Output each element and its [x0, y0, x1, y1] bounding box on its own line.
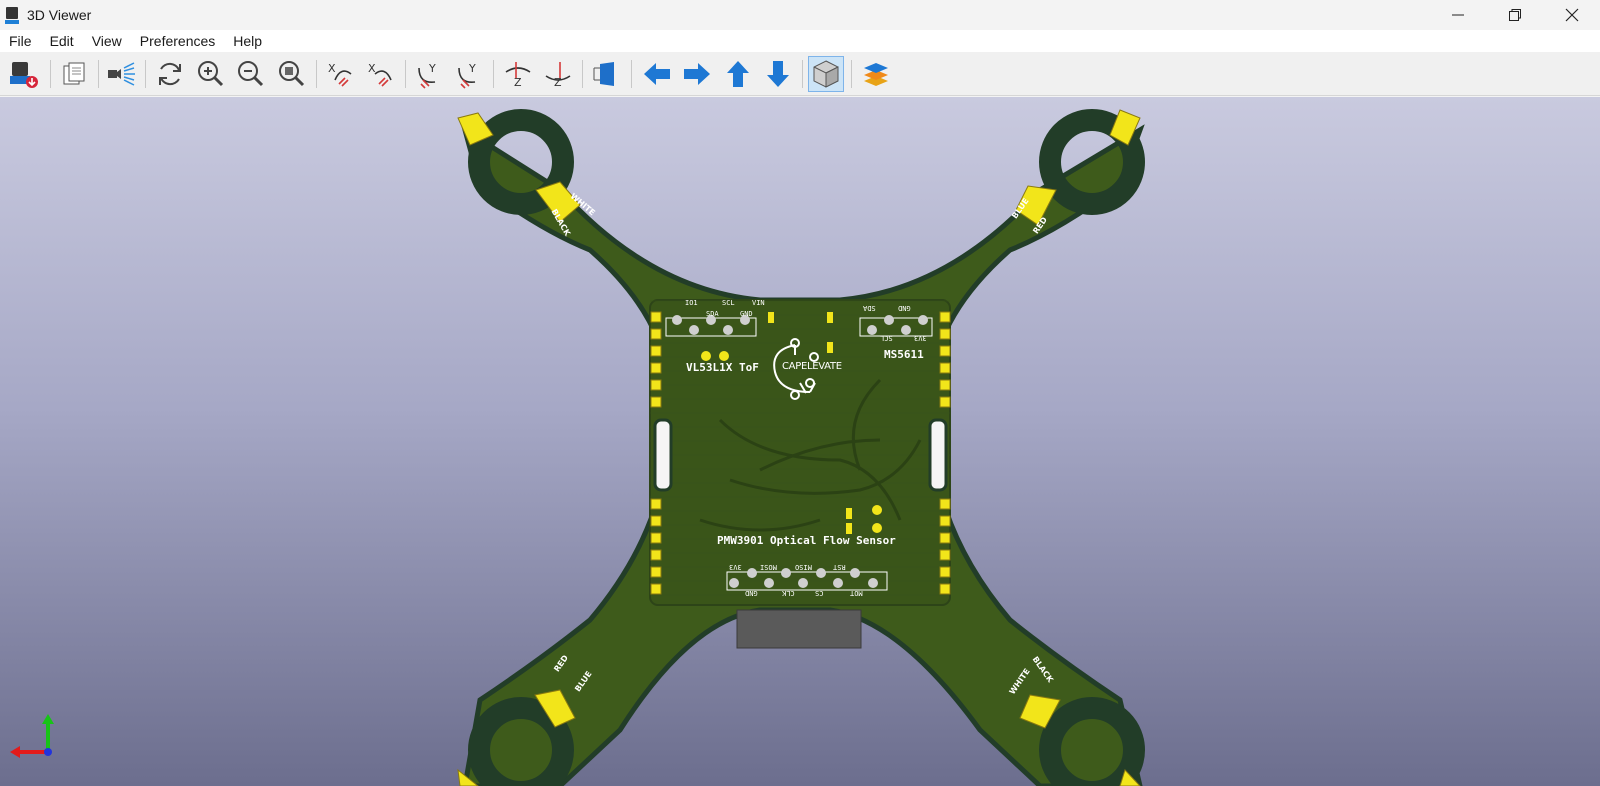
toolbar-separator	[582, 60, 583, 88]
window-title: 3D Viewer	[27, 7, 92, 23]
zoom-fit-icon	[279, 61, 305, 87]
menu-preferences[interactable]: Preferences	[131, 30, 224, 52]
pan-right-button[interactable]	[679, 56, 715, 92]
copy-button[interactable]	[56, 56, 92, 92]
zoom-out-button[interactable]	[233, 56, 269, 92]
rotate-z-icon: Z	[505, 62, 531, 89]
tof-pin-gnd: GND	[740, 310, 753, 318]
flow-pin-3v3: 3V3	[729, 563, 742, 571]
toolbar-separator	[631, 60, 632, 88]
tof-pin-sda: SDA	[706, 310, 719, 318]
flow-pin-cs: CS	[815, 589, 824, 597]
zoom-in-icon	[198, 61, 224, 87]
copy-icon	[63, 62, 85, 85]
toolbar-separator	[98, 60, 99, 88]
arrow-right-icon	[684, 63, 710, 85]
baro-pin-scl: SCL	[880, 334, 893, 342]
arrow-left-icon	[644, 63, 670, 85]
restore-icon	[1508, 9, 1521, 21]
rotate-y-icon: Y	[458, 62, 476, 89]
pcb-render	[457, 109, 1145, 786]
baro-label: MS5611	[884, 348, 924, 361]
layers-button[interactable]	[858, 56, 894, 92]
minimize-icon	[1451, 14, 1464, 16]
3d-viewport[interactable]: CAPELEVATE VL53L1X ToF MS5611 PMW3901 Op…	[0, 97, 1600, 786]
menu-edit[interactable]: Edit	[41, 30, 83, 52]
cube-icon	[813, 60, 839, 88]
toolbar-separator	[493, 60, 494, 88]
raytrace-icon	[108, 62, 135, 86]
toolbar-separator	[851, 60, 852, 88]
flow-pin-mosi: MOSI	[760, 563, 777, 571]
menu-bar: File Edit View Preferences Help	[0, 30, 1600, 52]
reload-button[interactable]	[152, 56, 188, 92]
toolbar-separator	[405, 60, 406, 88]
app-icon	[5, 7, 19, 24]
toolbar: X X Y Y Z Z	[0, 52, 1600, 96]
zoom-fit-button[interactable]	[274, 56, 310, 92]
ortho-toggle-button[interactable]	[808, 56, 844, 92]
toolbar-separator	[802, 60, 803, 88]
maximize-button[interactable]	[1486, 0, 1543, 30]
rotate-z-icon: Z	[545, 62, 571, 89]
rotate-z-cw-button[interactable]: Z	[500, 56, 536, 92]
title-bar: 3D Viewer	[0, 0, 1600, 30]
menu-file[interactable]: File	[0, 30, 41, 52]
rotate-x-icon: X	[368, 62, 392, 87]
raytracing-button[interactable]	[103, 56, 139, 92]
rotate-x-icon: X	[328, 62, 352, 87]
toolbar-separator	[316, 60, 317, 88]
minimize-button[interactable]	[1429, 0, 1486, 30]
rotate-z-ccw-button[interactable]: Z	[540, 56, 576, 92]
export-image-button[interactable]	[5, 56, 41, 92]
svg-text:Y: Y	[428, 62, 436, 75]
flow-pin-miso: MISO	[795, 563, 812, 571]
arrow-up-icon	[727, 61, 749, 87]
layers-icon	[864, 63, 888, 86]
menu-view[interactable]: View	[83, 30, 131, 52]
tof-label: VL53L1X ToF	[686, 361, 759, 374]
pan-left-button[interactable]	[639, 56, 675, 92]
rotate-x-cw-button[interactable]: X	[323, 56, 359, 92]
tof-pin-vin: VIN	[752, 299, 765, 307]
rotate-y-cw-button[interactable]: Y	[411, 56, 447, 92]
pan-up-button[interactable]	[720, 56, 756, 92]
close-icon	[1565, 8, 1578, 22]
rotate-y-icon: Y	[418, 62, 436, 89]
tof-pin-io1: IO1	[685, 299, 698, 307]
rotate-x-ccw-button[interactable]: X	[363, 56, 399, 92]
toolbar-separator	[50, 60, 51, 88]
zoom-out-icon	[238, 61, 264, 87]
arrow-down-icon	[767, 61, 789, 87]
flip-board-button[interactable]	[588, 56, 624, 92]
pan-down-button[interactable]	[760, 56, 796, 92]
baro-pin-3v3: 3V3	[914, 334, 927, 342]
flip-icon	[593, 62, 614, 86]
baro-pin-sda: SDA	[863, 304, 876, 312]
axes-gizmo	[10, 714, 54, 758]
baro-pin-gnd: GND	[898, 304, 911, 312]
flow-pin-rst: RST	[833, 563, 846, 571]
toolbar-separator	[145, 60, 146, 88]
export-icon	[10, 62, 38, 88]
zoom-in-button[interactable]	[193, 56, 229, 92]
svg-text:X: X	[368, 62, 376, 75]
tof-pin-scl: SCL	[722, 299, 735, 307]
menu-help[interactable]: Help	[224, 30, 271, 52]
flow-pin-gnd: GND	[745, 589, 758, 597]
rotate-y-ccw-button[interactable]: Y	[451, 56, 487, 92]
logo-text: CAPELEVATE	[782, 361, 842, 372]
refresh-icon	[159, 62, 181, 86]
svg-text:X: X	[328, 62, 336, 75]
svg-text:Y: Y	[468, 62, 476, 75]
flow-label: PMW3901 Optical Flow Sensor	[717, 534, 896, 547]
close-button[interactable]	[1543, 0, 1600, 30]
flow-pin-clk: CLK	[782, 589, 795, 597]
flow-pin-mot: MOT	[850, 589, 863, 597]
